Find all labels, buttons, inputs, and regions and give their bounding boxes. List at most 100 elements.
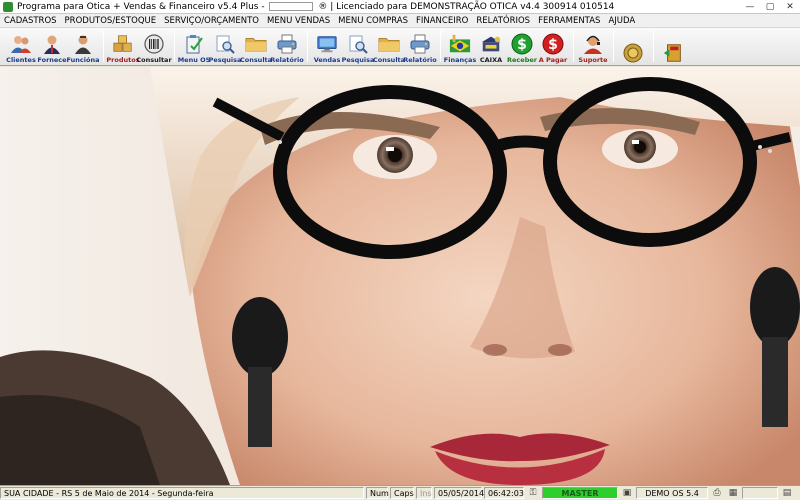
toolbar-label: Vendas xyxy=(313,56,341,64)
toolbar-button-produtos[interactable]: Produtos xyxy=(106,29,140,65)
svg-text:$: $ xyxy=(548,37,558,53)
status-user: MASTER xyxy=(542,487,618,499)
toolbar-separator xyxy=(653,30,654,62)
minimize-button[interactable]: — xyxy=(740,0,760,14)
toolbar-label: A Pagar xyxy=(538,56,568,64)
toolbar-button-consulta-vendas[interactable]: Consulta xyxy=(372,29,406,65)
toolbar-label: Fornece xyxy=(37,56,67,64)
key-icon: ⚿ xyxy=(529,488,537,498)
calculator-status-icon[interactable]: ▤ xyxy=(780,487,794,499)
toolbar-button-a-pagar[interactable]: $ A Pagar xyxy=(538,29,568,65)
toolbar-separator xyxy=(174,30,175,62)
monitor-icon xyxy=(316,33,338,55)
redacted-box xyxy=(269,1,314,11)
boxes-icon xyxy=(112,33,134,55)
toolbar-button-consulta-os[interactable]: Consulta xyxy=(239,29,273,65)
toolbar-label: Finanças xyxy=(443,56,477,64)
toolbar-button-funciona[interactable]: Funcióna xyxy=(67,29,99,65)
toolbar-label: Pesquisa xyxy=(341,56,375,64)
toolbar-button-vendas[interactable]: Vendas xyxy=(312,29,342,65)
printer-icon xyxy=(409,33,431,55)
supplier-icon xyxy=(41,33,63,55)
menu-ferramentas[interactable]: FERRAMENTAS xyxy=(538,16,600,26)
menu-vendas[interactable]: MENU VENDAS xyxy=(267,16,330,26)
menu-bar: CADASTROS PRODUTOS/ESTOQUE SERVIÇO/ORÇAM… xyxy=(0,14,800,28)
title-prefix: Programa para Otica + Vendas & Financeir… xyxy=(17,1,265,12)
toolbar-button-financas[interactable]: Finanças xyxy=(443,29,477,65)
toolbar-separator xyxy=(307,30,308,62)
toolbar-label: Produtos xyxy=(106,56,140,64)
app-window: Programa para Otica + Vendas & Financeir… xyxy=(0,0,800,500)
toolbar-button-pesquisa-os[interactable]: Pesquisa xyxy=(208,29,242,65)
toolbar-label: Relatório xyxy=(270,56,304,64)
dollar-green-icon: $ xyxy=(511,33,533,55)
toolbar-button-caixa[interactable]: CAIXA xyxy=(476,29,506,65)
toolbar-button-clientes[interactable]: Clientes xyxy=(6,29,36,65)
toolbar: Clientes Fornece Funcióna Produtos Consu… xyxy=(0,28,800,66)
status-time: 06:42:03 xyxy=(484,487,524,499)
toolbar-button-receber[interactable]: $ Receber xyxy=(507,29,537,65)
svg-text:$: $ xyxy=(517,37,527,53)
toolbar-label: Relatório xyxy=(403,56,437,64)
toolbar-button-consultar[interactable]: Consultar xyxy=(136,29,172,65)
app-icon xyxy=(3,1,13,12)
toolbar-label: Clientes xyxy=(6,56,36,64)
title-bar: Programa para Otica + Vendas & Financeir… xyxy=(0,0,800,14)
support-agent-icon xyxy=(582,33,604,55)
menu-ajuda[interactable]: AJUDA xyxy=(608,16,635,26)
exit-icon xyxy=(662,42,684,64)
toolbar-separator xyxy=(613,30,614,62)
status-city-date: SUA CIDADE - RS 5 de Maio de 2014 - Segu… xyxy=(0,487,364,499)
calendar-status-icon[interactable]: ▦ xyxy=(726,487,740,499)
toolbar-label: Pesquisa xyxy=(208,56,242,64)
status-version: DEMO OS 5.4 xyxy=(636,487,708,499)
computer-icon: ▣ xyxy=(622,488,632,498)
brazil-flag-icon xyxy=(449,33,471,55)
menu-compras[interactable]: MENU COMPRAS xyxy=(338,16,408,26)
toolbar-button-coins[interactable] xyxy=(618,29,648,65)
status-caps-lock: Caps xyxy=(390,487,414,499)
menu-cadastros[interactable]: CADASTROS xyxy=(4,16,57,26)
toolbar-button-relatorio-os[interactable]: Relatório xyxy=(270,29,304,65)
close-button[interactable]: ✕ xyxy=(780,0,800,14)
toolbar-button-exit[interactable] xyxy=(658,29,688,65)
magnifier-icon xyxy=(347,33,369,55)
status-bar: SUA CIDADE - RS 5 de Maio de 2014 - Segu… xyxy=(0,485,800,500)
dollar-red-icon: $ xyxy=(542,33,564,55)
maximize-button[interactable]: ▢ xyxy=(760,0,780,14)
toolbar-separator xyxy=(440,30,441,62)
toolbar-label: Consulta xyxy=(372,56,406,64)
toolbar-button-menu-os[interactable]: Menu OS xyxy=(177,29,211,65)
coins-icon xyxy=(622,42,644,64)
menu-relatorios[interactable]: RELATÓRIOS xyxy=(476,16,530,26)
background-photo xyxy=(0,67,800,485)
folder-icon xyxy=(378,33,400,55)
toolbar-button-pesquisa-vendas[interactable]: Pesquisa xyxy=(341,29,375,65)
printer-status-icon[interactable]: ⎙ xyxy=(710,487,724,499)
menu-servico-orcamento[interactable]: SERVIÇO/ORÇAMENTO xyxy=(164,16,259,26)
toolbar-button-relatorio-vendas[interactable]: Relatório xyxy=(403,29,437,65)
window-controls: — ▢ ✕ xyxy=(740,0,800,14)
magnifier-icon xyxy=(214,33,236,55)
menu-financeiro[interactable]: FINANCEIRO xyxy=(416,16,468,26)
cash-register-icon xyxy=(480,33,502,55)
status-empty-panel xyxy=(742,487,778,499)
toolbar-label: Receber xyxy=(507,56,537,64)
toolbar-label: Consulta xyxy=(239,56,273,64)
people-icon xyxy=(10,33,32,55)
clipboard-icon xyxy=(183,33,205,55)
toolbar-button-fornece[interactable]: Fornece xyxy=(37,29,67,65)
barcode-icon xyxy=(143,33,165,55)
printer-icon xyxy=(276,33,298,55)
toolbar-label: Consultar xyxy=(136,56,172,64)
menu-produtos-estoque[interactable]: PRODUTOS/ESTOQUE xyxy=(65,16,157,26)
folder-icon xyxy=(245,33,267,55)
toolbar-label: CAIXA xyxy=(479,56,503,64)
employee-icon xyxy=(72,33,94,55)
toolbar-label: Menu OS xyxy=(177,56,211,64)
window-title: Programa para Otica + Vendas & Financeir… xyxy=(17,1,615,12)
title-suffix: ® | Licenciado para DEMONSTRAÇÃO OTICA v… xyxy=(318,1,615,12)
toolbar-separator xyxy=(103,30,104,62)
status-num-lock: Num xyxy=(366,487,389,499)
toolbar-button-suporte[interactable]: Suporte xyxy=(578,29,608,65)
